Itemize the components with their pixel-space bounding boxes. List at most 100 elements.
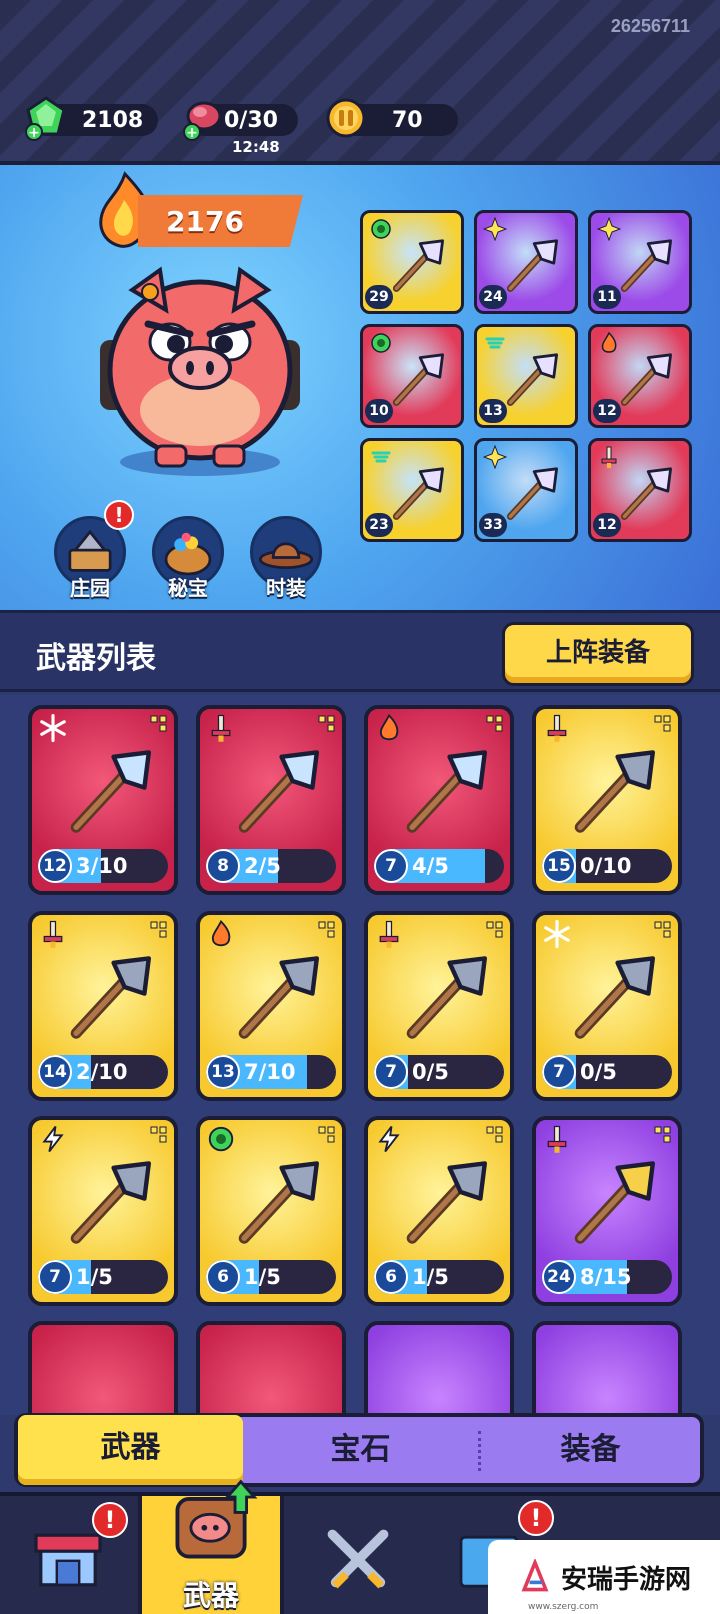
gear-slot[interactable]: 12 bbox=[588, 324, 692, 428]
watermark-logo-icon bbox=[521, 1559, 549, 1592]
gem-counter[interactable]: + 2108 bbox=[25, 96, 158, 141]
weapon-progress: 1/5 bbox=[76, 1265, 113, 1289]
weapon-level: 12 bbox=[38, 849, 72, 883]
gem-count: 2108 bbox=[82, 107, 144, 133]
gear-slot[interactable]: 11 bbox=[588, 210, 692, 314]
weapon-progress: 8/15 bbox=[580, 1265, 632, 1289]
weapon-level: 7 bbox=[374, 1055, 408, 1089]
weapon-card-partial[interactable] bbox=[532, 1321, 682, 1415]
weapon-progress: 2/5 bbox=[244, 854, 281, 878]
bone-scythe-icon bbox=[556, 1148, 666, 1258]
weapon-card[interactable]: 13 7/10 bbox=[196, 911, 346, 1101]
merge-dots-icon bbox=[486, 715, 503, 732]
gear-slot[interactable]: 13 bbox=[474, 324, 578, 428]
coin-counter[interactable]: 70 bbox=[326, 98, 458, 138]
category-tabs: 武器 宝石 装备 bbox=[14, 1413, 704, 1487]
top-status-bar: 26256711 + 2108 + 0/30 12:48 70 bbox=[0, 0, 720, 165]
weapon-card[interactable]: 14 2/10 bbox=[28, 911, 178, 1101]
tab-equipment[interactable]: 装备 bbox=[478, 1417, 703, 1483]
watermark: 安瑞手游网 www.szerg.com bbox=[488, 1540, 720, 1614]
merge-dots-icon bbox=[654, 921, 671, 938]
gear-level: 10 bbox=[365, 399, 393, 423]
merge-dots-icon bbox=[486, 921, 503, 938]
upgrade-progress-bar: 8 2/5 bbox=[206, 849, 336, 883]
merge-dots-icon bbox=[654, 1126, 671, 1143]
weapon-list[interactable]: 12 3/10 8 2/5 7 4/5 15 0/10 14 2/10 13 7/10 70… bbox=[0, 695, 720, 1415]
weapon-card-partial[interactable] bbox=[196, 1321, 346, 1415]
hammer-icon bbox=[388, 943, 498, 1053]
gem-icon: + bbox=[25, 96, 66, 141]
weapon-card[interactable]: 15 0/10 bbox=[532, 705, 682, 895]
nav-battle[interactable] bbox=[290, 1496, 430, 1614]
merge-dots-icon bbox=[486, 1126, 503, 1143]
gear-slot[interactable]: 29 bbox=[360, 210, 464, 314]
pig-character[interactable] bbox=[80, 250, 320, 480]
power-rating: 2176 bbox=[138, 195, 303, 247]
weapon-level: 15 bbox=[542, 849, 576, 883]
gear-slot[interactable]: 10 bbox=[360, 324, 464, 428]
svg-text:+: + bbox=[28, 125, 40, 141]
weapon-card[interactable]: 24 8/15 bbox=[532, 1116, 682, 1306]
merge-dots-icon bbox=[150, 715, 167, 732]
gear-level: 11 bbox=[593, 285, 621, 309]
weapon-card[interactable]: 12 3/10 bbox=[28, 705, 178, 895]
weapon-progress: 2/10 bbox=[76, 1060, 128, 1084]
nav-weapons-label: 武器 bbox=[182, 1579, 239, 1612]
gear-level: 29 bbox=[365, 285, 393, 309]
arrow-icon bbox=[220, 737, 330, 847]
weapon-card[interactable]: 7 0/5 bbox=[532, 911, 682, 1101]
upgrade-progress-bar: 6 1/5 bbox=[206, 1260, 336, 1294]
stamina-counter[interactable]: + 0/30 bbox=[183, 101, 298, 141]
weapon-card[interactable]: 7 1/5 bbox=[28, 1116, 178, 1306]
manor-label: 庄园 bbox=[70, 576, 110, 600]
weapon-card[interactable]: 7 4/5 bbox=[364, 705, 514, 895]
shop-alert-badge: ! bbox=[92, 1502, 128, 1538]
weapon-level: 6 bbox=[206, 1260, 240, 1294]
manor-alert-badge: ! bbox=[104, 500, 134, 530]
deploy-equipment-button[interactable]: 上阵装备 bbox=[502, 622, 694, 686]
weapon-progress: 7/10 bbox=[244, 1060, 296, 1084]
user-id: 26256711 bbox=[610, 16, 690, 36]
svg-text:+: + bbox=[186, 125, 198, 141]
gear-slot[interactable]: 33 bbox=[474, 438, 578, 542]
gear-slot[interactable]: 23 bbox=[360, 438, 464, 542]
merge-dots-icon bbox=[150, 1126, 167, 1143]
weapon-card[interactable]: 6 1/5 bbox=[364, 1116, 514, 1306]
upgrade-progress-bar: 6 1/5 bbox=[374, 1260, 504, 1294]
weapon-card[interactable]: 7 0/5 bbox=[364, 911, 514, 1101]
crossed-swords-icon bbox=[327, 1529, 389, 1589]
gear-level: 23 bbox=[365, 513, 393, 537]
treasure-label: 秘宝 bbox=[168, 576, 208, 600]
gear-level: 13 bbox=[479, 399, 507, 423]
weapon-level: 7 bbox=[542, 1055, 576, 1089]
upgrade-progress-bar: 7 0/5 bbox=[542, 1055, 672, 1089]
tomahawk-icon bbox=[388, 737, 498, 847]
crystal-icon bbox=[556, 943, 666, 1053]
upgrade-progress-bar: 7 4/5 bbox=[374, 849, 504, 883]
axe-icon bbox=[52, 943, 162, 1053]
stamina-count: 0/30 bbox=[224, 107, 278, 133]
weapon-level: 8 bbox=[206, 849, 240, 883]
weapon-level: 14 bbox=[38, 1055, 72, 1089]
weapon-progress: 0/5 bbox=[580, 1060, 617, 1084]
nav-shop[interactable]: ! bbox=[0, 1496, 140, 1614]
weapon-card[interactable]: 8 2/5 bbox=[196, 705, 346, 895]
weapon-card[interactable]: 6 1/5 bbox=[196, 1116, 346, 1306]
tab-gems[interactable]: 宝石 bbox=[248, 1417, 473, 1483]
gear-slot[interactable]: 24 bbox=[474, 210, 578, 314]
weapon-card-partial[interactable] bbox=[28, 1321, 178, 1415]
weapon-progress: 0/5 bbox=[412, 1060, 449, 1084]
weapon-level: 13 bbox=[206, 1055, 240, 1089]
weapon-level: 7 bbox=[38, 1260, 72, 1294]
upgrade-progress-bar: 7 0/5 bbox=[374, 1055, 504, 1089]
merge-dots-icon bbox=[318, 1126, 335, 1143]
weapon-card-partial[interactable] bbox=[364, 1321, 514, 1415]
nav-weapons[interactable]: 武器 bbox=[138, 1479, 284, 1614]
upgrade-progress-bar: 15 0/10 bbox=[542, 849, 672, 883]
event-alert-badge: ! bbox=[518, 1500, 554, 1536]
gear-level: 24 bbox=[479, 285, 507, 309]
costume-label: 时装 bbox=[266, 576, 306, 600]
staff-icon bbox=[52, 1148, 162, 1258]
gear-slot[interactable]: 12 bbox=[588, 438, 692, 542]
coin-icon bbox=[326, 98, 366, 138]
